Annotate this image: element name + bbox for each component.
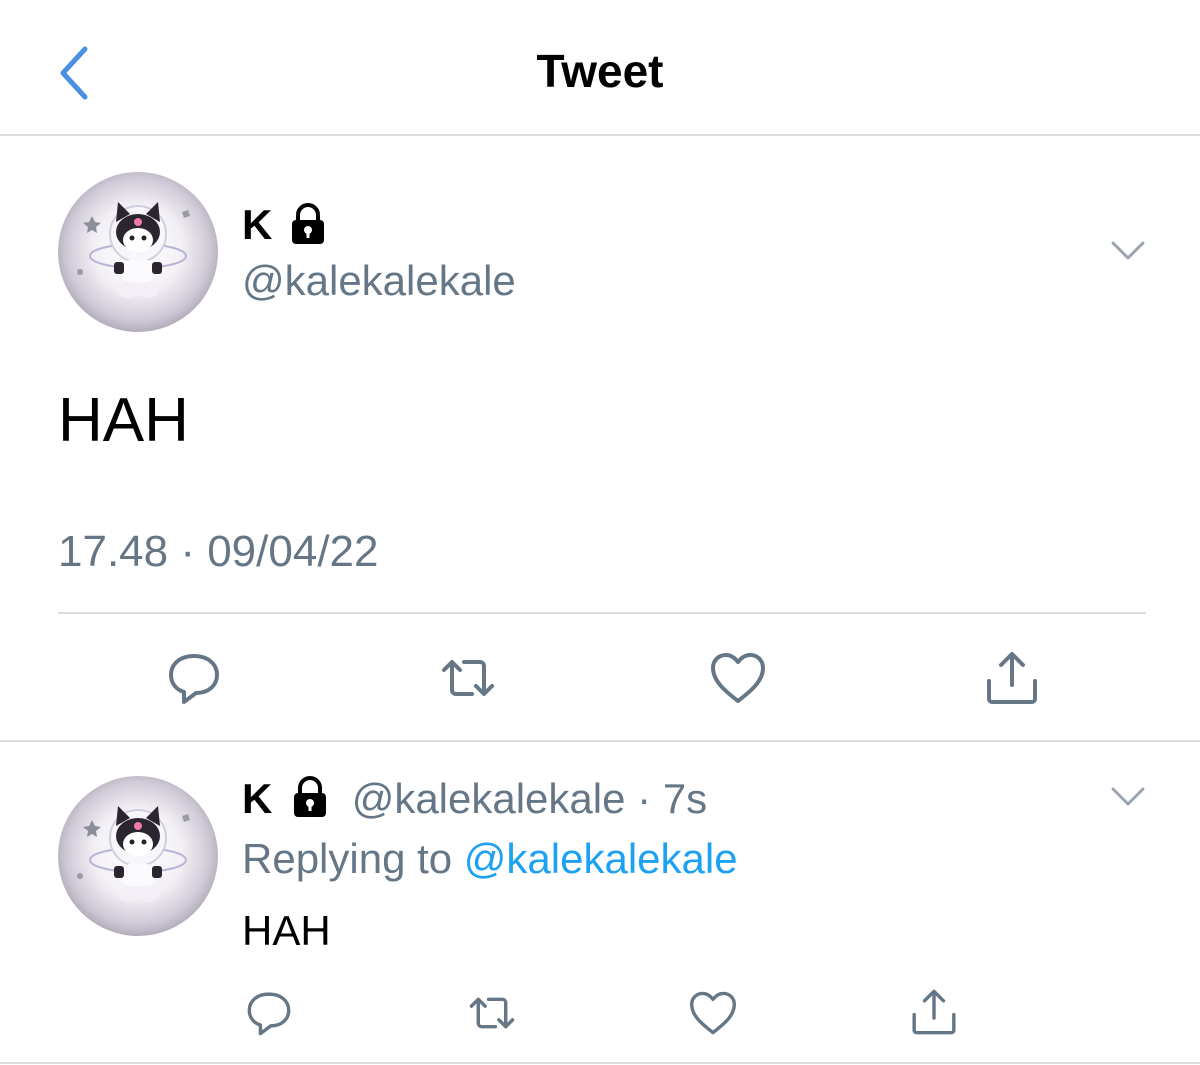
author-name[interactable]: K — [242, 200, 272, 250]
tweet-text: HAH — [58, 386, 189, 455]
reply-avatar[interactable] — [58, 776, 218, 936]
retweet-button[interactable] — [434, 646, 502, 710]
author-handle[interactable]: @kalekalekale — [242, 256, 516, 306]
reply-icon — [247, 992, 291, 1036]
like-icon — [690, 991, 736, 1035]
like-icon — [711, 653, 765, 703]
top-nav-bar: Tweet — [0, 0, 1200, 136]
replying-to-handle[interactable]: @kalekalekale — [464, 835, 738, 882]
share-button[interactable] — [906, 984, 962, 1040]
reply-author-name[interactable]: K — [242, 775, 272, 822]
reply-button[interactable] — [162, 646, 226, 710]
divider — [58, 612, 1146, 614]
lock-icon — [292, 203, 324, 244]
reply-author-handle[interactable]: @kalekalekale — [352, 775, 626, 822]
page-title: Tweet — [536, 45, 664, 97]
replying-to-line: Replying to @kalekalekale — [242, 834, 738, 884]
retweet-button[interactable] — [462, 986, 522, 1040]
like-button[interactable] — [686, 986, 740, 1040]
section-divider — [0, 1062, 1200, 1064]
chevron-down-icon[interactable] — [1110, 786, 1146, 808]
lock-icon — [294, 776, 327, 817]
like-button[interactable] — [706, 646, 770, 710]
retweet-icon — [442, 660, 494, 696]
section-divider — [0, 740, 1200, 742]
avatar-character-icon — [77, 202, 190, 298]
reply-text: HAH — [242, 907, 331, 954]
avatar[interactable] — [58, 172, 218, 332]
reply-icon — [169, 654, 219, 704]
avatar-character-icon — [77, 806, 190, 902]
share-icon — [987, 652, 1037, 704]
replying-to-label: Replying to — [242, 835, 453, 882]
reply-button[interactable] — [242, 986, 296, 1040]
retweet-icon — [469, 997, 515, 1029]
reply-header-line: K @kalekalekale · 7s — [242, 774, 707, 824]
reply-time-ago[interactable]: 7s — [663, 775, 707, 822]
tweet-timestamp[interactable]: 17.48 · 09/04/22 — [58, 526, 378, 578]
share-button[interactable] — [980, 646, 1044, 710]
chevron-down-icon[interactable] — [1110, 240, 1146, 262]
share-icon — [912, 989, 956, 1035]
reply-separator: · — [637, 775, 652, 822]
